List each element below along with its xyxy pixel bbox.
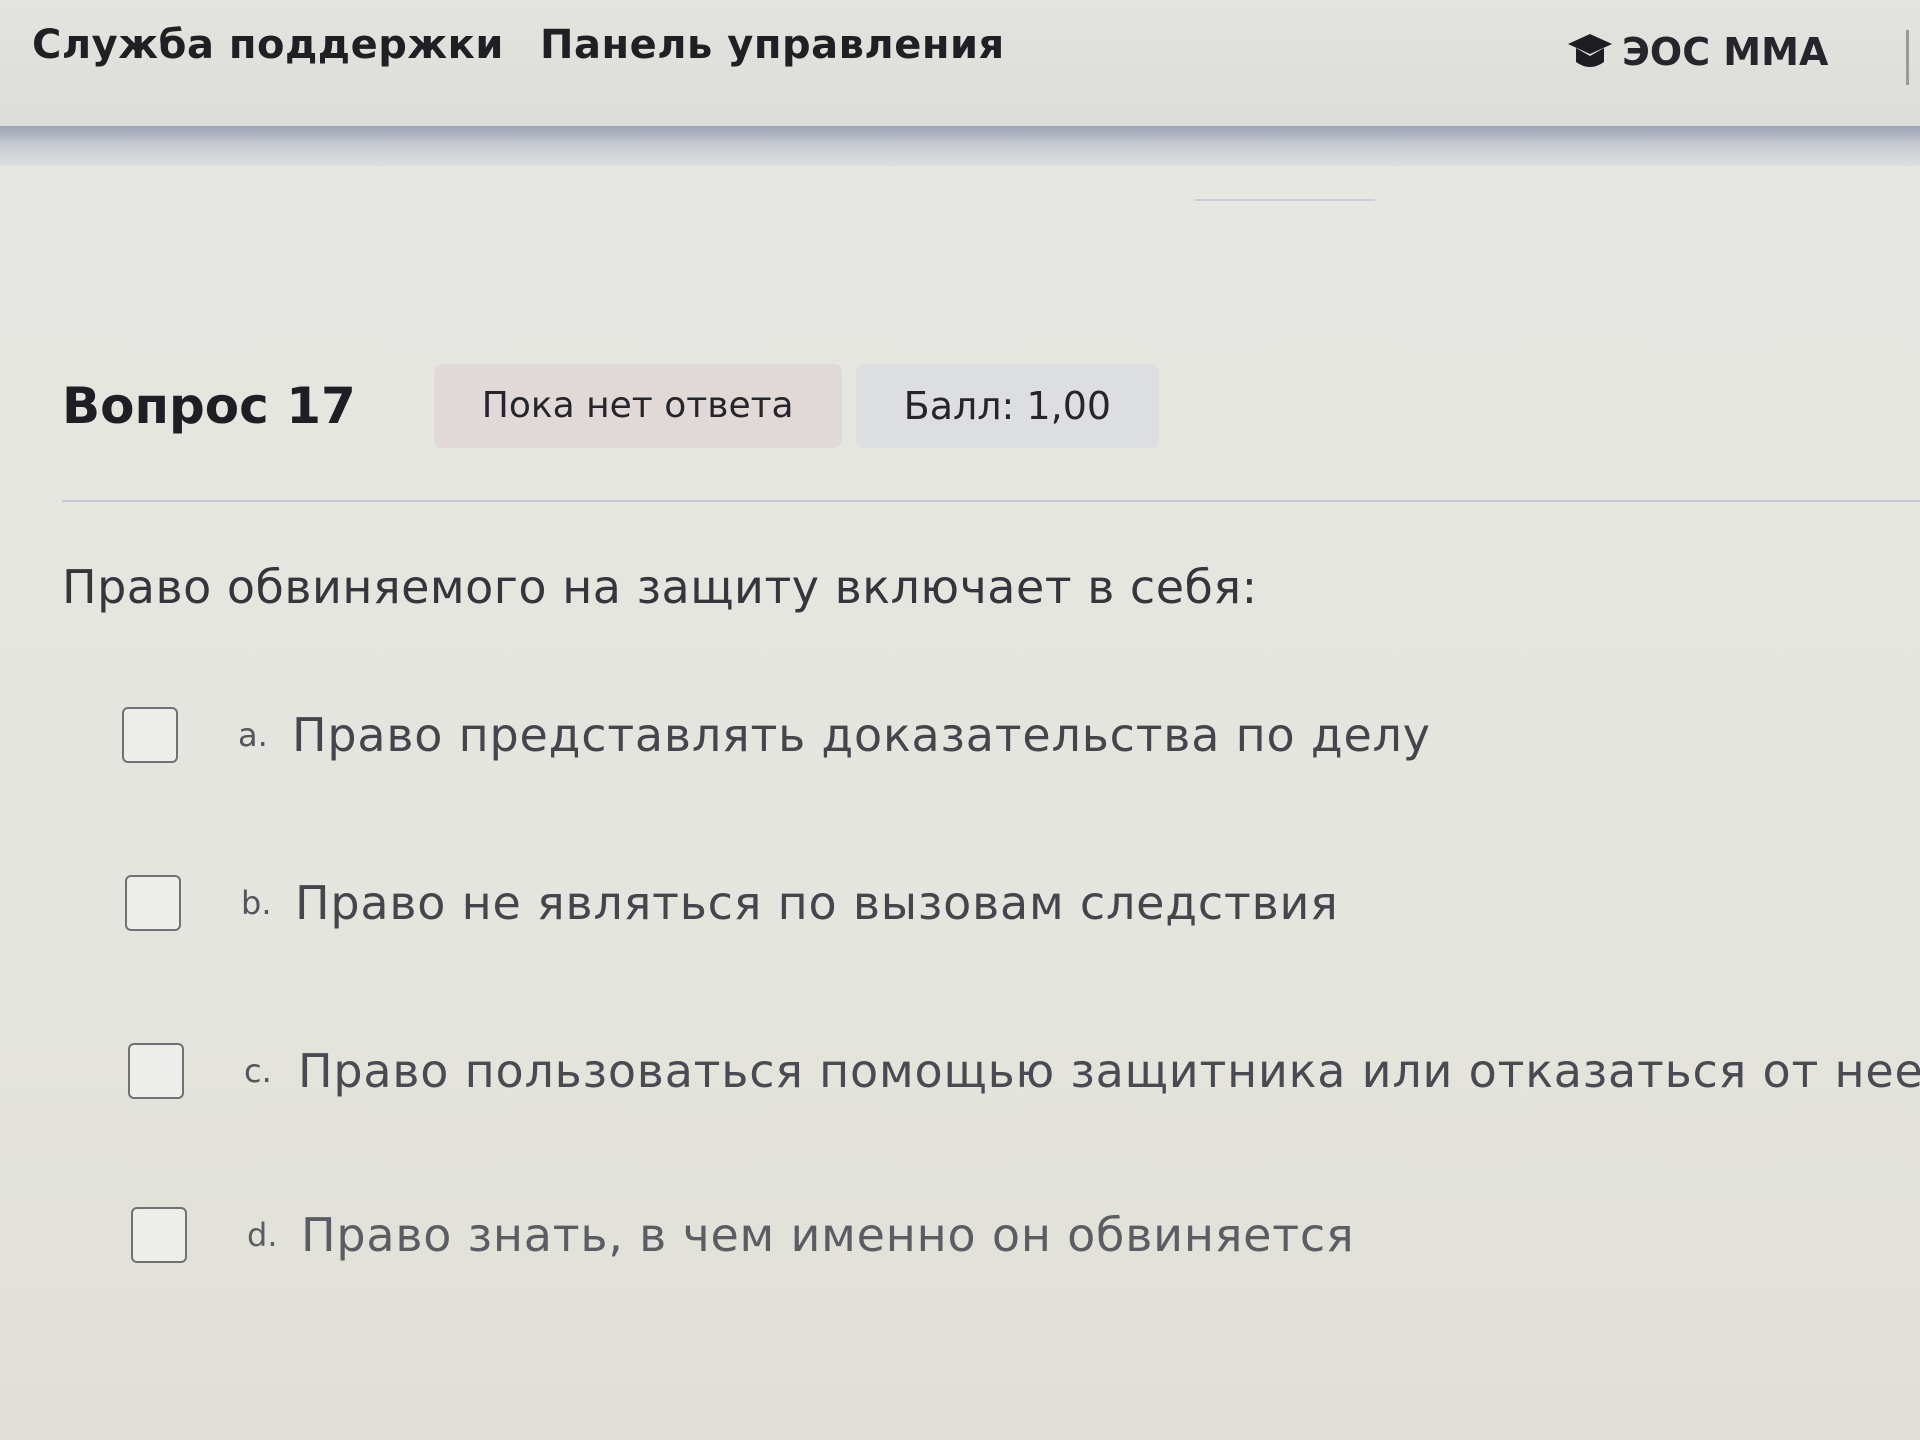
window-edge xyxy=(1906,30,1909,85)
navbar-shadow xyxy=(0,126,1920,166)
top-navbar: Служба поддержки Панель управления ЭОС М… xyxy=(0,0,1920,126)
option-text[interactable]: Право знать, в чем именно он обвиняется xyxy=(301,1208,1354,1262)
answer-status-badge: Пока нет ответа xyxy=(433,364,842,448)
option-a-checkbox[interactable] xyxy=(122,707,178,763)
option-b[interactable]: b. Право не являться по вызовам следстви… xyxy=(125,868,1339,938)
option-a[interactable]: a. Право представлять доказательства по … xyxy=(122,700,1431,770)
option-c-checkbox[interactable] xyxy=(128,1043,184,1099)
option-letter: d. xyxy=(247,1216,278,1254)
grade-badge: Балл: 1,00 xyxy=(855,364,1160,448)
header-divider xyxy=(62,500,1920,502)
nav-support-link[interactable]: Служба поддержки xyxy=(32,22,504,68)
question-text: Право обвиняемого на защиту включает в с… xyxy=(62,560,1258,614)
option-d[interactable]: d. Право знать, в чем именно он обвиняет… xyxy=(131,1200,1354,1270)
option-letter: a. xyxy=(238,716,268,754)
option-text[interactable]: Право представлять доказательства по дел… xyxy=(292,708,1431,762)
option-d-checkbox[interactable] xyxy=(131,1207,187,1263)
option-text[interactable]: Право не являться по вызовам следствия xyxy=(295,876,1339,930)
question-header: Вопрос 17 Пока нет ответа Балл: 1,00 xyxy=(62,360,1160,452)
option-letter: b. xyxy=(241,884,272,922)
nav-dashboard-link[interactable]: Панель управления xyxy=(540,22,1005,68)
option-b-checkbox[interactable] xyxy=(125,875,181,931)
option-letter: c. xyxy=(244,1052,272,1090)
brand-link[interactable]: ЭОС ММА xyxy=(1568,30,1828,74)
option-text[interactable]: Право пользоваться помощью защитника или… xyxy=(298,1044,1920,1098)
decorative-line xyxy=(1195,199,1375,201)
option-c[interactable]: c. Право пользоваться помощью защитника … xyxy=(128,1036,1920,1106)
question-title: Вопрос 17 xyxy=(62,377,356,435)
brand-label: ЭОС ММА xyxy=(1622,30,1829,74)
graduation-cap-icon xyxy=(1568,32,1612,72)
